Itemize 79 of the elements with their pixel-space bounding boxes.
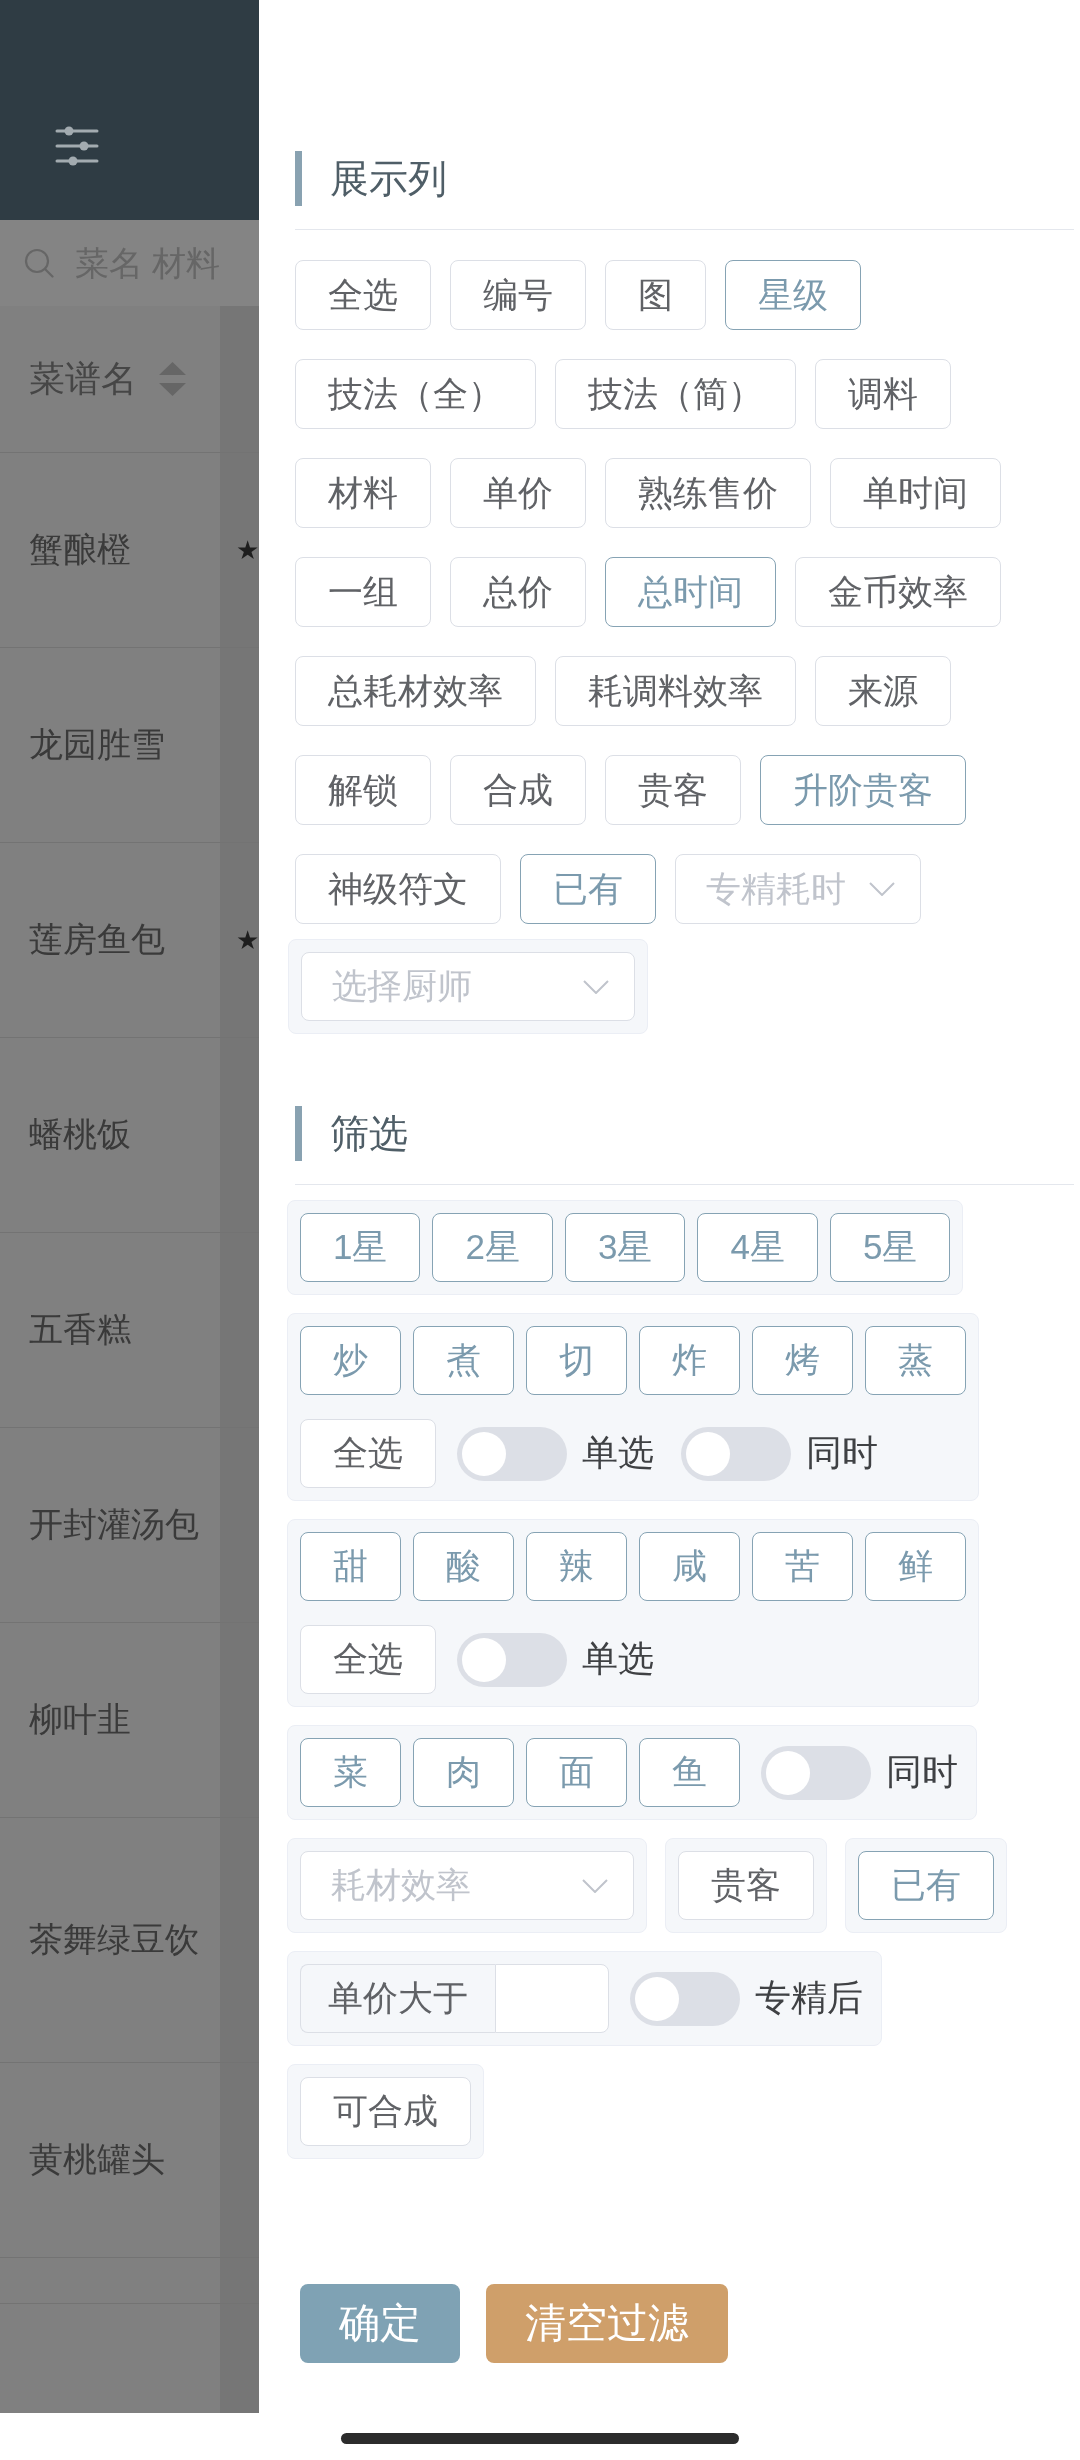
rating-text: ★ (236, 535, 259, 565)
option-button[interactable]: 图 (605, 260, 706, 330)
filter-button[interactable]: 3星 (564, 1213, 686, 1282)
filter-button[interactable]: 全选 (300, 1419, 436, 1488)
option-button[interactable]: 熟练售价 (605, 458, 811, 528)
filter-button[interactable]: 烤 (752, 1326, 853, 1395)
sort-icon[interactable] (159, 362, 186, 396)
option-button[interactable]: 神级符文 (295, 854, 501, 924)
option-button[interactable]: 一组 (295, 557, 431, 627)
filter-button[interactable]: 甜 (300, 1532, 401, 1601)
option-button[interactable]: 技法（全） (295, 359, 536, 429)
section-title: 展示列 (330, 155, 447, 202)
option-button[interactable]: 解锁 (295, 755, 431, 825)
option-button[interactable]: 总时间 (605, 557, 776, 627)
option-button[interactable]: 金币效率 (795, 557, 1001, 627)
select-field[interactable]: 选择厨师 (301, 952, 635, 1021)
option-button[interactable]: 合成 (450, 755, 586, 825)
clear-filter-button[interactable]: 清空过滤 (486, 2284, 728, 2363)
accent-bar-icon (295, 1106, 302, 1161)
option-button[interactable]: 升阶贵客 (760, 755, 966, 825)
chevron-down-icon (582, 1878, 608, 1893)
accent-bar-icon (295, 151, 302, 206)
filter-button[interactable]: 2星 (432, 1213, 553, 1282)
filter-button[interactable]: 全选 (300, 1625, 436, 1694)
filter-button[interactable]: 贵客 (678, 1851, 814, 1920)
filter-button[interactable]: 蒸 (865, 1326, 966, 1395)
input-field[interactable] (495, 1964, 609, 2033)
toggle-switch[interactable] (630, 1971, 740, 2026)
filter-button[interactable]: 5星 (829, 1213, 951, 1282)
filter-button[interactable]: 煮 (413, 1326, 514, 1395)
filter-button[interactable]: 辣 (526, 1532, 627, 1601)
switch-label: 单选 (582, 1431, 655, 1475)
option-button[interactable]: 总耗材效率 (295, 656, 536, 726)
filter-button[interactable]: 4星 (697, 1213, 818, 1282)
filter-button[interactable]: 可合成 (300, 2077, 471, 2146)
filter-button[interactable]: 咸 (639, 1532, 740, 1601)
switch-label: 同时 (806, 1431, 879, 1475)
option-button[interactable]: 全选 (295, 260, 431, 330)
section-title: 筛选 (330, 1110, 408, 1157)
filter-button[interactable]: 鲜 (865, 1532, 966, 1601)
switch-label: 单选 (582, 1637, 655, 1681)
option-button[interactable]: 编号 (450, 260, 586, 330)
option-button[interactable]: 贵客 (605, 755, 741, 825)
toggle-switch[interactable] (681, 1426, 791, 1481)
option-button[interactable]: 单价 (450, 458, 586, 528)
toggle-switch[interactable] (457, 1632, 567, 1687)
rating-text: ★ (236, 925, 259, 955)
switch-label: 同时 (886, 1750, 959, 1794)
confirm-button[interactable]: 确定 (300, 2284, 460, 2363)
filter-button[interactable]: 炒 (300, 1326, 401, 1395)
select-field[interactable]: 专精耗时 (675, 854, 921, 924)
filter-button[interactable]: 酸 (413, 1532, 514, 1601)
filter-button[interactable]: 面 (526, 1738, 627, 1807)
sliders-icon[interactable] (55, 126, 99, 166)
filter-button[interactable]: 鱼 (639, 1738, 740, 1807)
filter-button[interactable]: 1星 (300, 1213, 421, 1282)
toggle-switch[interactable] (761, 1745, 871, 1800)
chevron-down-icon (869, 882, 895, 896)
option-button[interactable]: 已有 (520, 854, 656, 924)
filter-button[interactable]: 苦 (752, 1532, 853, 1601)
option-button[interactable]: 单时间 (830, 458, 1001, 528)
filter-button[interactable]: 肉 (413, 1738, 514, 1807)
filter-button[interactable]: 菜 (300, 1738, 401, 1807)
select-field[interactable]: 耗材效率 (300, 1851, 634, 1920)
search-icon (24, 248, 54, 278)
switch-label: 专精后 (755, 1976, 864, 2020)
filter-button[interactable]: 切 (526, 1326, 627, 1395)
option-button[interactable]: 来源 (815, 656, 951, 726)
option-button[interactable]: 总价 (450, 557, 586, 627)
option-button[interactable]: 星级 (725, 260, 861, 330)
option-button[interactable]: 耗调料效率 (555, 656, 796, 726)
option-button[interactable]: 技法（简） (555, 359, 796, 429)
chevron-down-icon (583, 979, 609, 994)
filter-button[interactable]: 已有 (858, 1851, 994, 1920)
filter-button[interactable]: 炸 (639, 1326, 740, 1395)
toggle-switch[interactable] (457, 1426, 567, 1481)
input-prefix-label: 单价大于 (300, 1964, 495, 2033)
option-button[interactable]: 调料 (815, 359, 951, 429)
option-button[interactable]: 材料 (295, 458, 431, 528)
